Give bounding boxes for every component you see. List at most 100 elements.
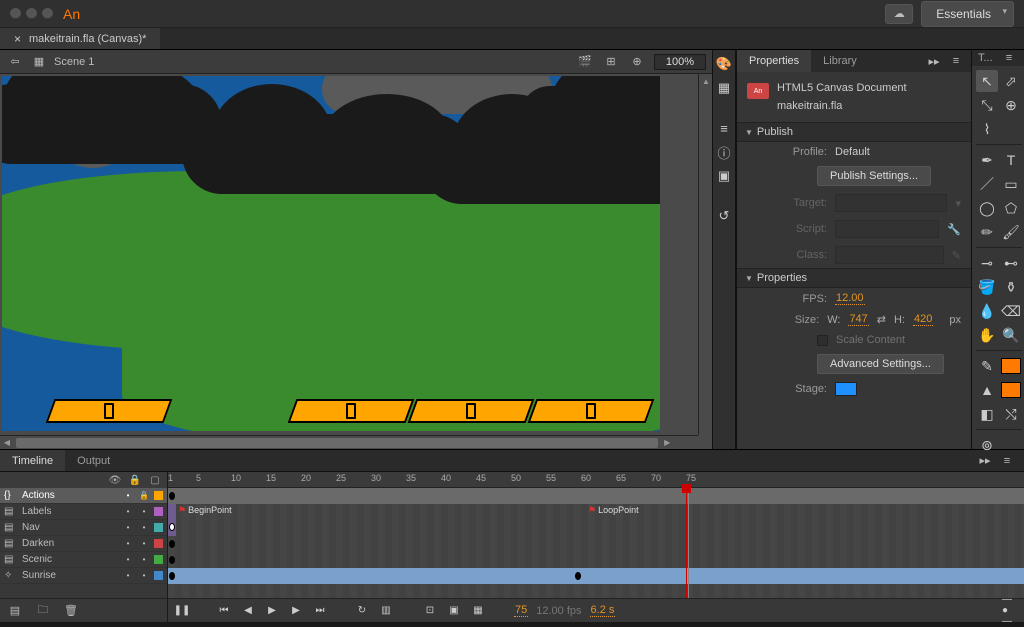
pen-tool-icon[interactable]: ✒ xyxy=(976,149,998,171)
layer-name[interactable]: Actions xyxy=(22,490,118,501)
fill-color-icon[interactable]: ▲ xyxy=(976,379,998,401)
horizontal-scrollbar[interactable]: ◀ ▶ xyxy=(0,435,698,449)
lock-dot-icon[interactable]: • xyxy=(138,555,150,564)
layer-row[interactable]: ▤Nav•• xyxy=(0,520,167,536)
zoom-input[interactable]: 100% xyxy=(654,54,706,70)
layer-row[interactable]: {}Actions•🔒 xyxy=(0,488,167,504)
info-icon[interactable]: ⓘ xyxy=(716,144,732,160)
oval-tool-icon[interactable]: ◯ xyxy=(976,197,998,219)
panel-menu-icon[interactable]: ≡ xyxy=(998,453,1016,469)
pencil-tool-icon[interactable]: ✏ xyxy=(976,221,998,243)
edit-multi-icon[interactable]: ▦ xyxy=(470,603,486,619)
visibility-dot-icon[interactable]: • xyxy=(122,523,134,532)
3d-rotation-tool-icon[interactable]: ⊕ xyxy=(1000,94,1022,116)
center-frame-icon[interactable]: ⊡ xyxy=(422,603,438,619)
rectangle-tool-icon[interactable]: ▭ xyxy=(1000,173,1022,195)
tab-output[interactable]: Output xyxy=(65,450,122,471)
layer-row[interactable]: ✧Sunrise•• xyxy=(0,568,167,584)
last-frame-icon[interactable]: ⏭ xyxy=(312,603,328,619)
document-tab[interactable]: × makeitrain.fla (Canvas)* xyxy=(0,28,160,49)
play-icon[interactable]: ▶ xyxy=(264,603,280,619)
first-frame-icon[interactable]: ⏮ xyxy=(216,603,232,619)
visibility-header-icon[interactable]: 👁 xyxy=(109,475,121,486)
selection-tool-icon[interactable]: ↖ xyxy=(976,70,998,92)
tools-tab[interactable]: T... xyxy=(978,52,993,64)
lock-header-icon[interactable]: 🔒 xyxy=(129,475,141,486)
vertical-scrollbar[interactable]: ▲ xyxy=(698,74,712,435)
bone-tool-icon[interactable]: ⊸ xyxy=(976,252,998,274)
black-white-icon[interactable]: ◧ xyxy=(976,403,998,425)
lock-dot-icon[interactable]: • xyxy=(138,507,150,516)
layer-name[interactable]: Scenic xyxy=(22,554,118,565)
subselection-tool-icon[interactable]: ⬀ xyxy=(1000,70,1022,92)
canvas-stage[interactable] xyxy=(2,76,660,431)
zoom-tool-icon[interactable]: 🔍 xyxy=(1000,324,1022,346)
onionskin-icon[interactable]: ▥ xyxy=(378,603,394,619)
workspace-switcher[interactable]: Essentials xyxy=(921,1,1014,27)
close-window-dot[interactable] xyxy=(10,8,21,19)
scroll-left-icon[interactable]: ◀ xyxy=(0,436,14,450)
layer-name[interactable]: Nav xyxy=(22,522,118,533)
advanced-settings-button[interactable]: Advanced Settings... xyxy=(817,354,944,374)
polystar-tool-icon[interactable]: ⬠ xyxy=(1000,197,1022,219)
layer-row[interactable]: ▤Darken•• xyxy=(0,536,167,552)
height-input[interactable]: 420 xyxy=(913,313,933,326)
outline-header-icon[interactable]: ▢ xyxy=(149,475,161,486)
width-input[interactable]: 747 xyxy=(848,313,868,326)
cloud-sync-icon[interactable]: ☁ xyxy=(885,4,913,24)
clapper-icon[interactable]: 🎬 xyxy=(576,54,594,70)
layer-name[interactable]: Sunrise xyxy=(22,570,118,581)
lock-dot-icon[interactable]: • xyxy=(138,539,150,548)
history-icon[interactable]: ↺ xyxy=(716,208,732,224)
swatches-icon[interactable]: ▦ xyxy=(716,80,732,96)
align-icon[interactable]: ≡ xyxy=(716,120,732,136)
outline-color-icon[interactable] xyxy=(154,555,163,564)
hand-tool-icon[interactable]: ✋ xyxy=(976,324,998,346)
brush-tool-icon[interactable]: 🖌 xyxy=(1000,221,1022,243)
scale-content-checkbox[interactable] xyxy=(817,335,828,346)
frame-tracks[interactable]: BeginPoint LoopPoint xyxy=(168,488,1024,598)
visibility-dot-icon[interactable]: • xyxy=(122,507,134,516)
tab-timeline[interactable]: Timeline xyxy=(0,450,65,471)
lasso-tool-icon[interactable]: ⌇ xyxy=(976,118,998,140)
color-palette-icon[interactable]: 🎨 xyxy=(716,56,732,72)
current-frame-display[interactable]: 75 xyxy=(514,604,528,617)
frame-ruler[interactable]: 151015202530354045505560657075 xyxy=(168,472,1024,488)
delete-layer-icon[interactable]: 🗑 xyxy=(62,603,80,619)
outline-color-icon[interactable] xyxy=(154,571,163,580)
fill-swatch[interactable] xyxy=(1000,379,1022,401)
lock-dot-icon[interactable]: • xyxy=(138,571,150,580)
outline-color-icon[interactable] xyxy=(154,491,163,500)
scroll-up-icon[interactable]: ▲ xyxy=(699,74,713,88)
stroke-swatch[interactable] xyxy=(1000,355,1022,377)
free-transform-tool-icon[interactable]: ⤡ xyxy=(976,94,998,116)
paint-bucket-tool-icon[interactable]: 🪣 xyxy=(976,276,998,298)
visibility-dot-icon[interactable]: • xyxy=(122,555,134,564)
section-publish-header[interactable]: ▼ Publish xyxy=(737,122,971,142)
visibility-dot-icon[interactable]: • xyxy=(122,571,134,580)
publish-settings-button[interactable]: Publish Settings... xyxy=(817,166,931,186)
panel-menu-icon[interactable]: ≡ xyxy=(1000,50,1018,66)
layer-name[interactable]: Labels xyxy=(22,506,118,517)
minimize-window-dot[interactable] xyxy=(26,8,37,19)
onion-outlines-icon[interactable]: ▣ xyxy=(446,603,462,619)
outline-color-icon[interactable] xyxy=(154,507,163,516)
window-controls[interactable] xyxy=(0,8,53,19)
visibility-dot-icon[interactable]: • xyxy=(122,539,134,548)
collapse-panels-icon[interactable]: ▸▸ xyxy=(976,453,994,469)
bind-tool-icon[interactable]: ⊷ xyxy=(1000,252,1022,274)
timeline-zoom-slider[interactable]: —●— xyxy=(1002,603,1018,619)
transform-icon[interactable]: ▣ xyxy=(716,168,732,184)
collapse-panels-icon[interactable]: ▸▸ xyxy=(925,53,943,69)
outline-color-icon[interactable] xyxy=(154,523,163,532)
layer-row[interactable]: ▤Labels•• xyxy=(0,504,167,520)
zoom-window-dot[interactable] xyxy=(42,8,53,19)
back-scene-icon[interactable]: ⇦ xyxy=(6,54,24,70)
lock-dot-icon[interactable]: 🔒 xyxy=(138,491,150,500)
tab-library[interactable]: Library xyxy=(811,50,869,72)
section-properties-header[interactable]: ▼ Properties xyxy=(737,268,971,288)
pause-icon[interactable]: ❚❚ xyxy=(174,603,190,619)
scroll-right-icon[interactable]: ▶ xyxy=(660,436,674,450)
line-tool-icon[interactable]: ／ xyxy=(976,173,998,195)
visibility-dot-icon[interactable]: • xyxy=(122,491,134,500)
